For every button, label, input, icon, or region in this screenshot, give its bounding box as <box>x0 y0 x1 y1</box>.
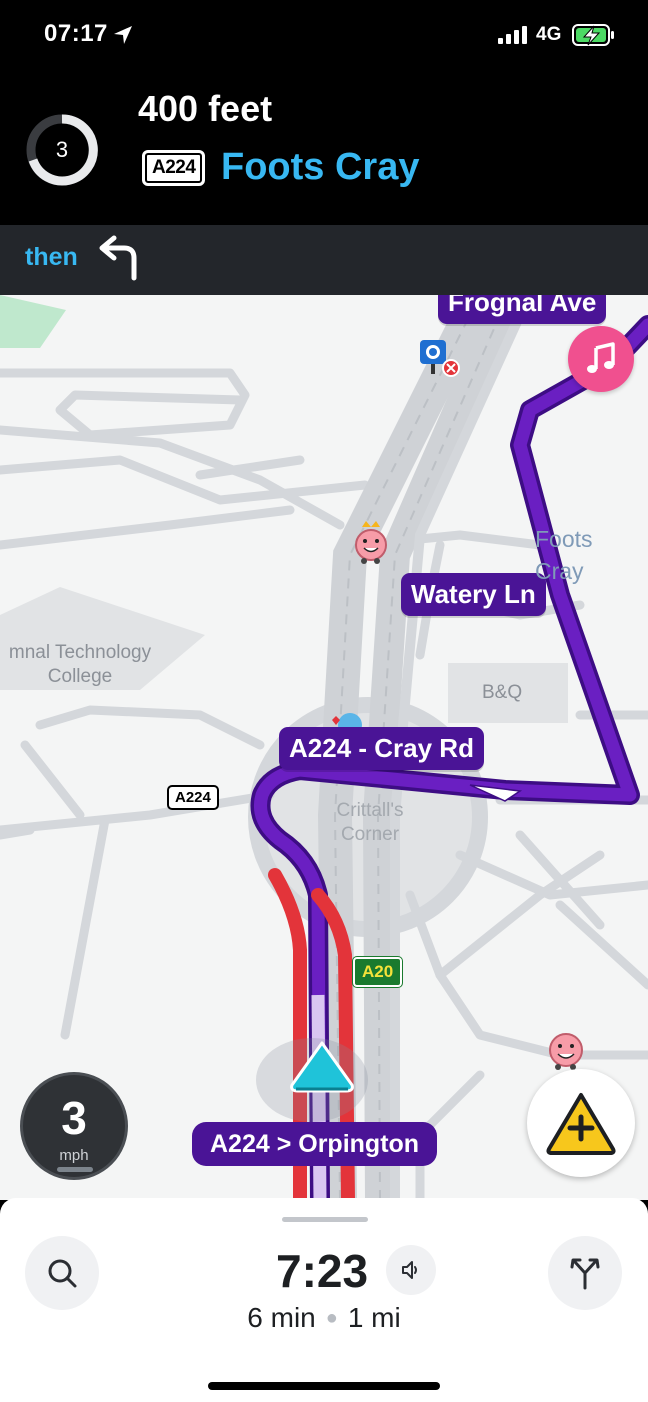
road-label-cray-rd: A224 - Cray Rd <box>279 727 484 770</box>
turn-distance: 400 feet <box>138 88 273 129</box>
area-label-college: mnal Technology College <box>8 642 152 687</box>
music-button[interactable] <box>568 326 634 392</box>
speedometer: 3 mph <box>20 1072 128 1180</box>
map-view[interactable]: Frognal Ave Watery Ln A224 - Cray Rd Foo… <box>0 295 648 1200</box>
trip-distance: 1 mi <box>347 1302 401 1333</box>
search-button[interactable] <box>25 1236 99 1310</box>
battery-charging-icon <box>572 24 614 46</box>
road-shield-a224: A224 <box>167 785 219 810</box>
music-note-icon <box>587 342 615 373</box>
area-label-bq: B&Q <box>482 682 523 703</box>
status-bar: 07:17 4G <box>0 0 648 72</box>
road-shield-a20: A20 <box>351 956 404 988</box>
turn-left-icon <box>99 235 137 281</box>
speed-unit: mph <box>59 1147 89 1164</box>
separator-dot: ● <box>325 1307 338 1329</box>
speed-indicator-bar <box>57 1167 93 1172</box>
speed-value: 3 <box>61 1092 87 1144</box>
arrival-time: 7:23 <box>276 1245 369 1297</box>
sound-button[interactable] <box>386 1245 436 1295</box>
network-type: 4G <box>536 24 562 45</box>
area-label-foots-cray: Foots Cray <box>535 526 593 584</box>
trip-summary: 6 min ● 1 mi <box>0 1302 648 1334</box>
road-label-frognal-ave: Frognal Ave <box>438 295 607 324</box>
then-label: then <box>25 243 78 271</box>
area-label-crittalls-corner: Crittall's Corner <box>336 800 404 845</box>
signal-bars-icon <box>498 26 527 44</box>
road-label-watery-ln: Watery Ln <box>401 573 546 616</box>
eta-panel[interactable]: 7:23 6 min ● 1 mi <box>0 1198 648 1402</box>
location-arrow-icon <box>114 26 132 44</box>
instruction-banner[interactable]: 3 400 feet A224 Foots Cray <box>0 72 648 225</box>
report-hazard-button[interactable] <box>527 1069 635 1177</box>
sheet-handle[interactable] <box>282 1217 368 1222</box>
trip-duration: 6 min <box>247 1302 316 1333</box>
route-fork-icon <box>570 1258 600 1290</box>
next-street-name: Foots Cray <box>221 146 420 188</box>
countdown-number: 3 <box>55 137 69 162</box>
current-road-label: A224 > Orpington <box>192 1122 438 1166</box>
search-icon <box>48 1259 77 1288</box>
routes-button[interactable] <box>548 1236 622 1310</box>
road-shield: A224 <box>142 150 206 186</box>
status-time: 07:17 <box>44 20 108 47</box>
home-indicator[interactable] <box>208 1382 440 1390</box>
current-position-arrow-icon <box>290 1041 354 1093</box>
speaker-icon <box>402 1261 417 1279</box>
hazard-report-icon <box>546 1093 616 1155</box>
